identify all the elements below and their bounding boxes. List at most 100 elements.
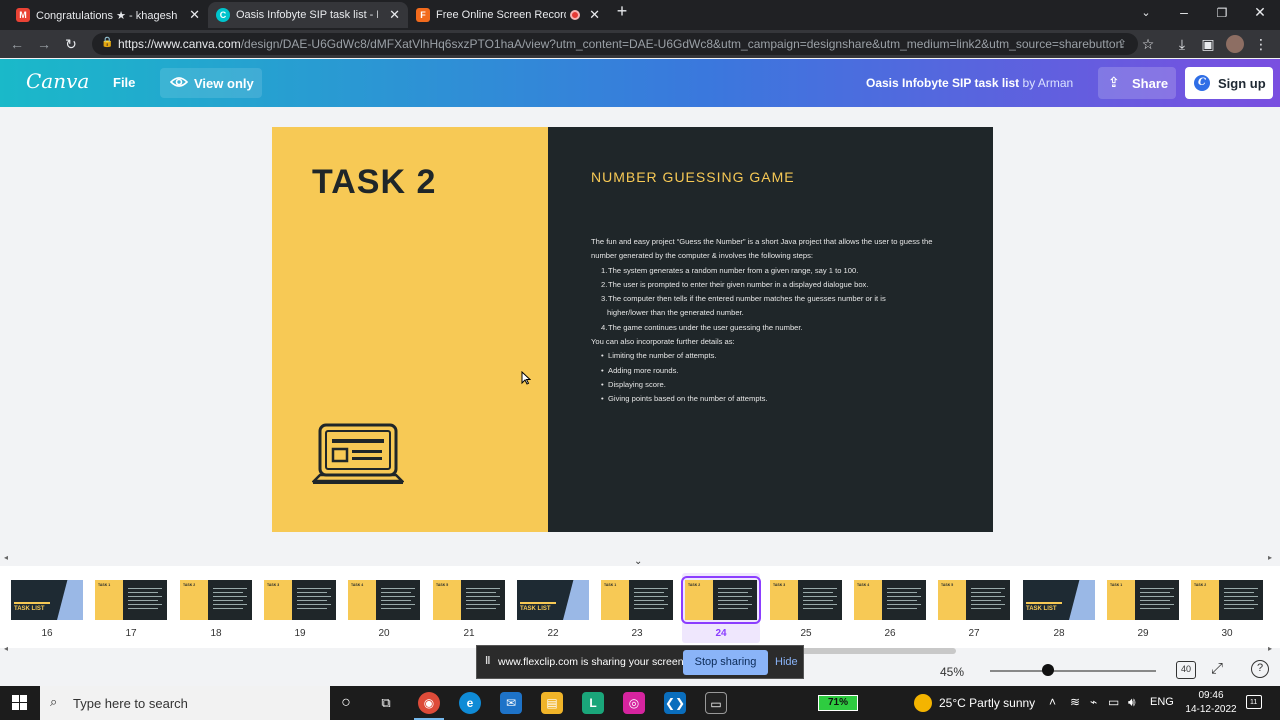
page-number: 28: [1053, 628, 1065, 639]
battery-tray-icon[interactable]: ▭: [1108, 695, 1119, 709]
bullet-item: • Giving points based on the number of at…: [601, 394, 768, 404]
screen-share-banner: ‖ www.flexclip.com is sharing your scree…: [476, 645, 804, 679]
close-icon[interactable]: ✕: [189, 7, 200, 23]
tab-search-icon[interactable]: ⌄: [1136, 6, 1156, 19]
edge-icon[interactable]: e: [459, 692, 481, 714]
mail-icon[interactable]: ✉: [500, 692, 522, 714]
zoom-slider-handle[interactable]: [1042, 664, 1054, 676]
stop-sharing-button[interactable]: Stop sharing: [683, 650, 768, 675]
close-icon[interactable]: ✕: [589, 7, 600, 23]
scroll-left-arrow-icon[interactable]: ◂: [4, 644, 8, 653]
chrome-icon[interactable]: ◉: [418, 692, 440, 714]
canva-icon: C: [216, 8, 230, 22]
pause-icon: ‖: [485, 655, 491, 667]
zoom-slider[interactable]: [990, 670, 1156, 672]
thumbnail-label: TASK LIST: [14, 606, 45, 612]
address-bar[interactable]: 🔒 https://www.canva.com/design/DAE-U6GdW…: [92, 33, 1138, 55]
battery-indicator[interactable]: 71%: [818, 695, 858, 711]
page-thumbnail[interactable]: TASK LIST: [517, 580, 589, 620]
help-button[interactable]: ?: [1251, 660, 1269, 678]
taskbar-clock[interactable]: 09:46 14-12-2022: [1181, 689, 1241, 717]
share-button[interactable]: ⇪ Share: [1098, 67, 1176, 99]
page-thumbnail[interactable]: TASK 4: [348, 580, 420, 620]
weather-text[interactable]: 25°C Partly sunny: [939, 696, 1035, 710]
page-thumbnail[interactable]: TASK 4: [854, 580, 926, 620]
file-explorer-icon[interactable]: ▤: [541, 692, 563, 714]
step-item: 2.The user is prompted to enter their gi…: [601, 279, 869, 289]
hide-button[interactable]: Hide: [775, 656, 798, 668]
tab-flexclip[interactable]: F Free Online Screen Recorder ✕: [408, 2, 608, 28]
page-thumbnail[interactable]: TASK LIST: [11, 580, 83, 620]
vscode-icon[interactable]: ❮❯: [664, 692, 686, 714]
forward-icon[interactable]: →: [35, 35, 53, 53]
tab-canva[interactable]: C Oasis Infobyte SIP task list - Pres ✕: [208, 2, 408, 28]
page-thumbnail[interactable]: TASK 5: [938, 580, 1010, 620]
intro-text: The fun and easy project “Guess the Numb…: [591, 237, 933, 261]
scroll-right-icon[interactable]: ▸: [1268, 553, 1272, 562]
usb-icon[interactable]: ⌁: [1090, 695, 1097, 709]
language-indicator[interactable]: ENG: [1150, 696, 1174, 708]
page-thumbnail[interactable]: TASK 3: [264, 580, 336, 620]
window-close-icon[interactable]: ✕: [1250, 4, 1270, 21]
page-number: 16: [41, 628, 53, 639]
sign-up-button[interactable]: C Sign up: [1185, 67, 1273, 99]
page-number: 25: [800, 628, 812, 639]
upload-icon: ⇪: [1108, 74, 1120, 90]
app-l-icon[interactable]: L: [582, 692, 604, 714]
instagram-icon[interactable]: ◎: [623, 692, 645, 714]
menu-icon[interactable]: ⋮: [1252, 35, 1270, 53]
page-thumbnail[interactable]: TASK 5: [433, 580, 505, 620]
share-page-icon[interactable]: ⇪: [1113, 35, 1131, 53]
zoom-level: 45%: [940, 665, 965, 679]
taskbar-search-box[interactable]: ⌕ Type here to search: [40, 686, 330, 720]
download-icon[interactable]: ⤓: [1173, 35, 1191, 53]
page-number: 21: [463, 628, 475, 639]
task-view-icon[interactable]: ⧉: [375, 692, 397, 714]
page-thumbnail[interactable]: TASK 3: [770, 580, 842, 620]
page-thumbnail[interactable]: TASK LIST: [1023, 580, 1095, 620]
reload-icon[interactable]: ↻: [62, 35, 80, 53]
lock-icon: 🔒: [101, 37, 114, 48]
page-number: 23: [631, 628, 643, 639]
bookmark-star-icon[interactable]: ☆: [1139, 35, 1157, 53]
close-icon[interactable]: ✕: [389, 7, 400, 23]
page-thumbnail[interactable]: TASK 1: [95, 580, 167, 620]
wifi-icon[interactable]: ≋: [1070, 695, 1080, 709]
profile-avatar[interactable]: [1226, 35, 1244, 53]
volume-icon[interactable]: 🔊︎: [1128, 695, 1136, 710]
page-thumbnail[interactable]: TASK 1: [601, 580, 673, 620]
step-item: 3.The computer then tells if the entered…: [601, 294, 886, 304]
thumbnail-label: TASK 2: [183, 583, 196, 587]
scroll-left-icon[interactable]: ◂: [4, 553, 8, 562]
share-message: www.flexclip.com is sharing your screen.: [498, 656, 687, 668]
maximize-icon[interactable]: ❐: [1212, 6, 1232, 20]
page-number: 26: [884, 628, 896, 639]
search-placeholder: Type here to search: [73, 696, 188, 711]
thumbnail-label: TASK 3: [267, 583, 280, 587]
fullscreen-icon[interactable]: ⤢: [1211, 660, 1223, 677]
view-only-button[interactable]: View only: [160, 68, 262, 98]
page-thumbnail[interactable]: TASK 2: [681, 576, 761, 624]
page-thumbnail[interactable]: TASK 2: [1191, 580, 1263, 620]
side-panel-icon[interactable]: ▣: [1199, 35, 1217, 53]
page-number: 29: [1137, 628, 1149, 639]
tray-chevron-icon[interactable]: ˄: [1049, 695, 1056, 709]
notification-center-icon[interactable]: 11: [1246, 695, 1262, 709]
windows-start-icon[interactable]: [12, 695, 28, 711]
view-only-label: View only: [194, 76, 254, 91]
scroll-right-arrow-icon[interactable]: ▸: [1268, 644, 1272, 653]
back-icon[interactable]: ←: [8, 35, 26, 53]
page-number: 24: [715, 628, 727, 639]
cortana-icon[interactable]: ○: [335, 692, 357, 714]
page-thumbnail[interactable]: TASK 2: [180, 580, 252, 620]
minimize-icon[interactable]: –: [1174, 4, 1194, 20]
url-text[interactable]: https://www.canva.com/design/DAE-U6GdWc8…: [118, 37, 1122, 51]
canva-logo[interactable]: Canva: [26, 69, 89, 93]
tab-gmail[interactable]: M Congratulations ★ - khageshp... ✕: [8, 2, 208, 28]
new-tab-button[interactable]: +: [612, 1, 632, 22]
file-menu-button[interactable]: File: [113, 75, 135, 90]
slide-left-panel: TASK 2: [272, 127, 548, 532]
page-thumbnail[interactable]: TASK 1: [1107, 580, 1179, 620]
page-count-button[interactable]: 40: [1176, 661, 1196, 679]
terminal-icon[interactable]: ▭: [705, 692, 727, 714]
